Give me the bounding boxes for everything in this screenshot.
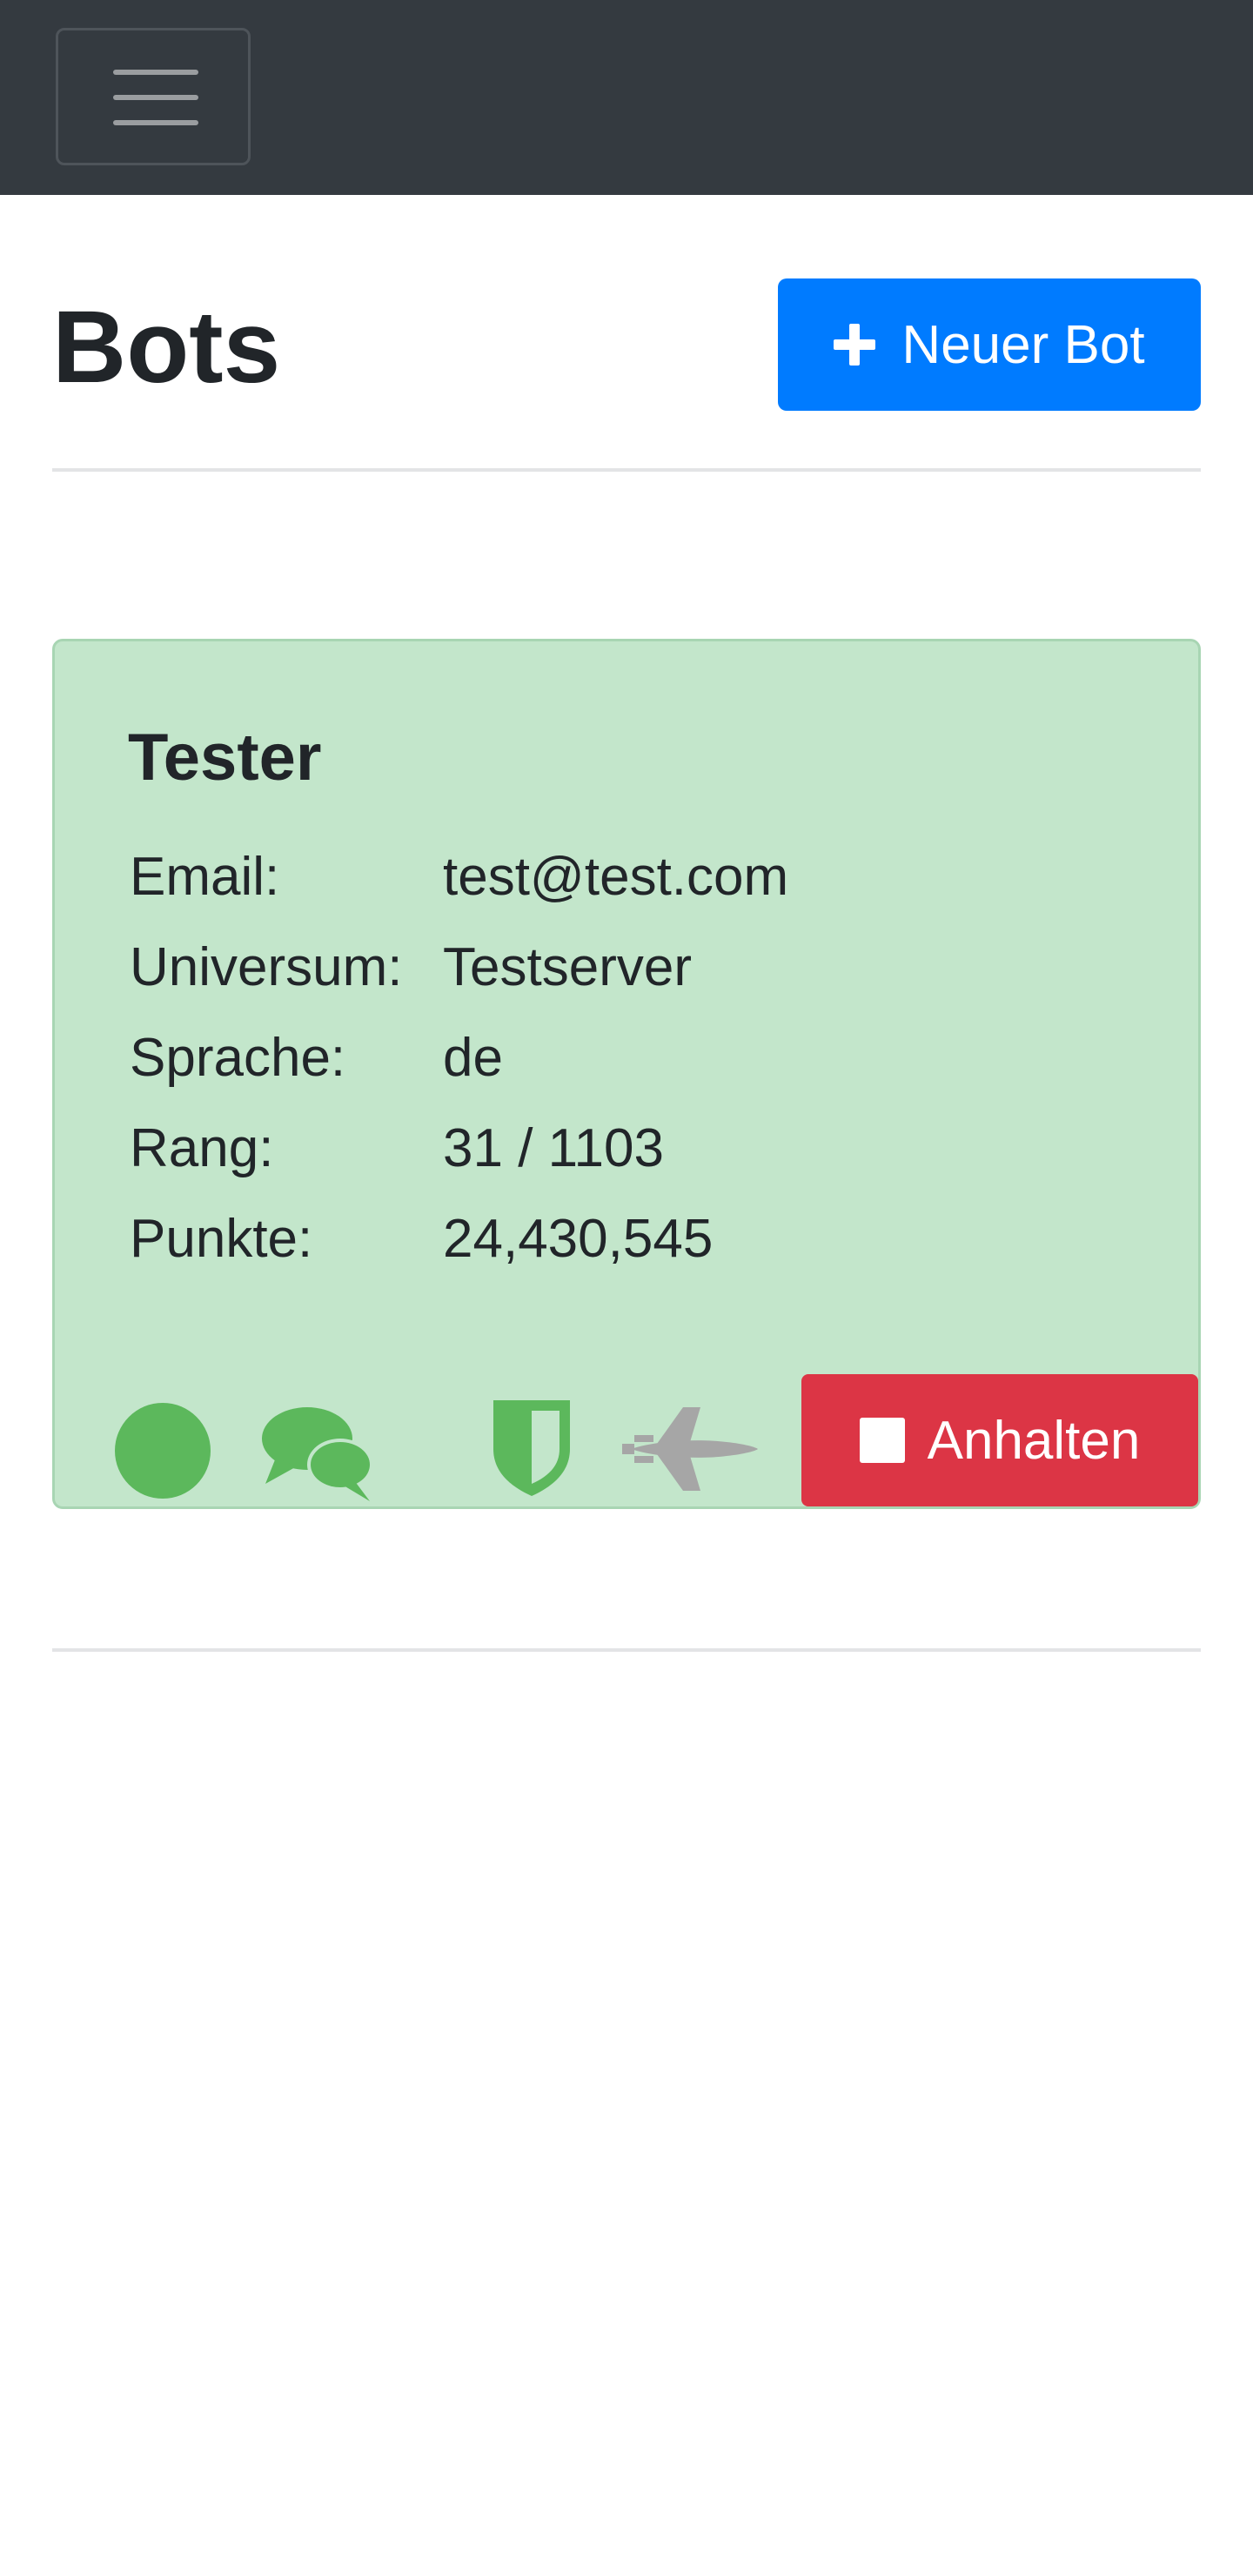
hamburger-menu-button[interactable]	[56, 28, 251, 165]
info-value: test@test.com	[443, 846, 789, 907]
new-bot-label: Neuer Bot	[901, 314, 1145, 375]
chat-bubbles-icon	[262, 1407, 373, 1501]
info-label: Universum:	[130, 936, 403, 997]
status-dot-icon	[115, 1403, 211, 1499]
stop-bot-button[interactable]: Anhalten	[801, 1374, 1198, 1506]
page-header: Bots Neuer Bot	[52, 261, 1201, 470]
page-title: Bots	[52, 290, 281, 405]
info-label: Punkte:	[130, 1208, 313, 1269]
info-label: Rang:	[130, 1117, 274, 1178]
new-bot-button[interactable]: Neuer Bot	[778, 278, 1201, 411]
info-label: Email:	[130, 846, 280, 907]
navbar	[0, 0, 1253, 195]
info-row-language: Sprache: de	[130, 1012, 788, 1103]
bot-card: Tester Email: test@test.com Universum: T…	[52, 639, 1201, 1509]
plus-icon	[834, 324, 876, 366]
stop-label: Anhalten	[927, 1410, 1141, 1471]
info-row-points: Punkte: 24,430,545	[130, 1193, 788, 1284]
bot-name: Tester	[128, 721, 322, 795]
space-shuttle-icon	[622, 1407, 758, 1491]
info-row-rank: Rang: 31 / 1103	[130, 1103, 788, 1193]
info-value: 24,430,545	[443, 1208, 714, 1269]
footer-divider	[52, 1648, 1201, 1652]
bot-info-table: Email: test@test.com Universum: Testserv…	[130, 831, 788, 1284]
info-label: Sprache:	[130, 1027, 346, 1088]
stop-icon	[859, 1418, 905, 1463]
info-value: Testserver	[443, 936, 692, 997]
info-value: de	[443, 1027, 503, 1088]
header-divider	[52, 468, 1201, 472]
shield-icon	[493, 1400, 570, 1496]
info-row-universe: Universum: Testserver	[130, 922, 788, 1012]
info-value: 31 / 1103	[443, 1117, 664, 1178]
info-row-email: Email: test@test.com	[130, 831, 788, 922]
